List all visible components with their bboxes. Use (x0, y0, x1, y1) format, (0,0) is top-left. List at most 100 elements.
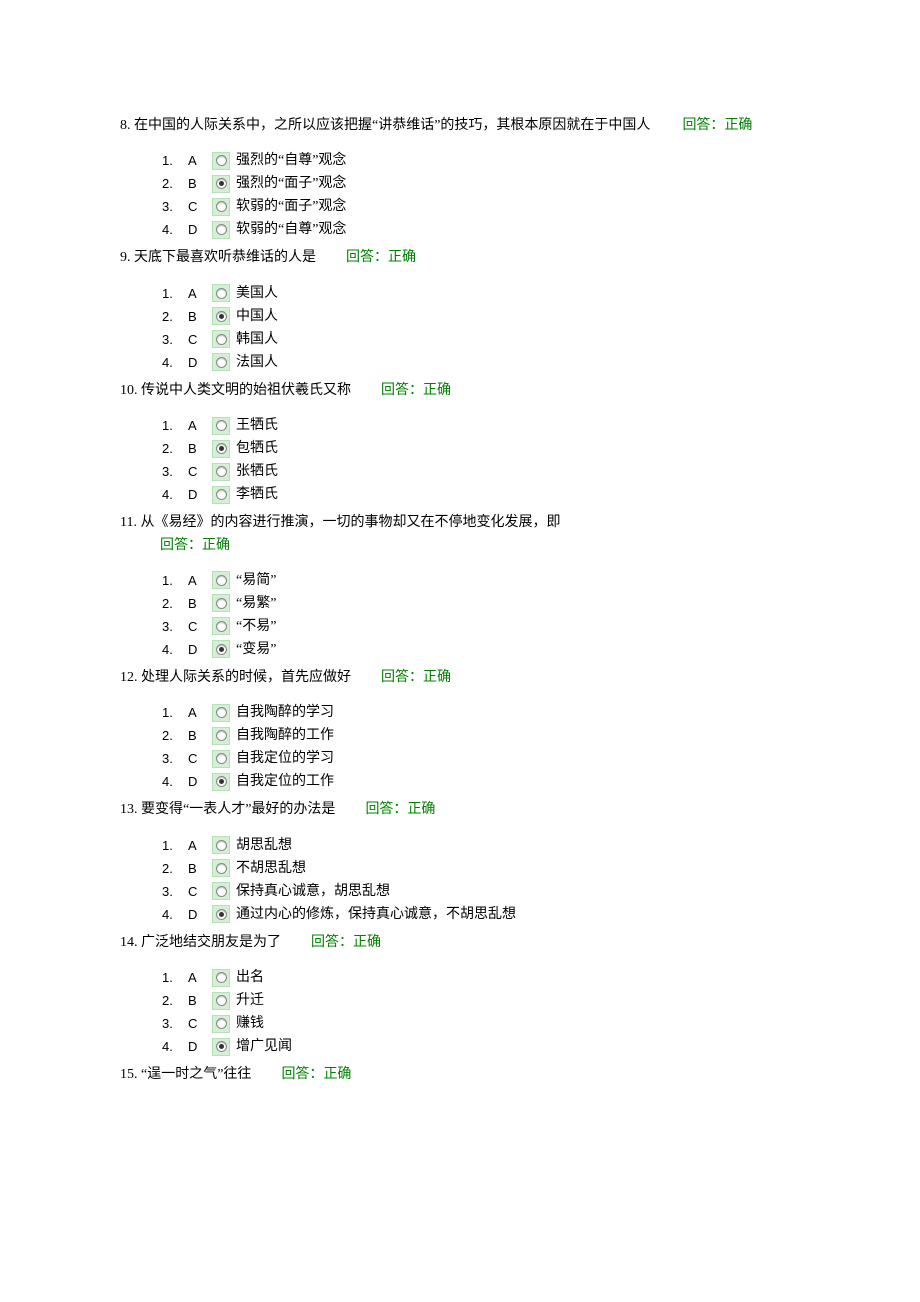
option-letter: C (188, 1012, 212, 1035)
option-text: 李牺氏 (236, 483, 278, 506)
option-text: 包牺氏 (236, 437, 278, 460)
radio-button[interactable] (212, 727, 230, 745)
option-letter: A (188, 966, 212, 989)
option-text: 保持真心诚意，胡思乱想 (236, 880, 390, 903)
radio-button[interactable] (212, 307, 230, 325)
option-item: 3.C 韩国人 (162, 328, 800, 351)
radio-button[interactable] (212, 175, 230, 193)
option-letter: B (188, 172, 212, 195)
radio-button[interactable] (212, 905, 230, 923)
radio-button[interactable] (212, 704, 230, 722)
option-number: 3. (162, 747, 188, 770)
radio-button[interactable] (212, 417, 230, 435)
option-number: 1. (162, 282, 188, 305)
options-list: 1.A出名2.B升迁3.C赚钱4.D增广见闻 (120, 966, 800, 1058)
radio-button[interactable] (212, 640, 230, 658)
radio-button[interactable] (212, 1015, 230, 1033)
option-item: 3.C张牺氏 (162, 460, 800, 483)
options-list: 1.A美国人2.B中国人3.C韩国人4.D法国人 (120, 282, 800, 374)
answer-label: 回答：正确 (281, 1067, 351, 1082)
option-number: 2. (162, 592, 188, 615)
option-item: 3.C赚钱 (162, 1012, 800, 1035)
option-letter: C (188, 615, 212, 638)
radio-button[interactable] (212, 969, 230, 987)
option-text: 自我定位的学习 (236, 747, 334, 770)
question-line: 8. 在中国的人际关系中，之所以应该把握“讲恭维话”的技巧，其根本原因就在于中国… (120, 115, 800, 137)
question-block: 9. 天底下最喜欢听恭维话的人是回答：正确1.A美国人2.B中国人3.C韩国人4… (120, 247, 800, 373)
radio-button[interactable] (212, 594, 230, 612)
question-line: 9. 天底下最喜欢听恭维话的人是 回答：正确 (120, 247, 800, 269)
option-text: 出名 (236, 966, 264, 989)
option-number: 3. (162, 1012, 188, 1035)
question-text: 9. 天底下最喜欢听恭维话的人是 (120, 250, 316, 265)
option-letter: C (188, 880, 212, 903)
radio-button[interactable] (212, 617, 230, 635)
radio-button[interactable] (212, 882, 230, 900)
answer-label: 回答：正确 (346, 250, 416, 265)
radio-button[interactable] (212, 571, 230, 589)
option-letter: B (188, 989, 212, 1012)
option-number: 2. (162, 172, 188, 195)
question-text: 13. 要变得“一表人才”最好的办法是 (120, 802, 335, 817)
option-letter: A (188, 701, 212, 724)
radio-button[interactable] (212, 1038, 230, 1056)
option-letter: A (188, 414, 212, 437)
radio-button[interactable] (212, 152, 230, 170)
option-number: 3. (162, 328, 188, 351)
question-block: 14. 广泛地结交朋友是为了回答：正确1.A出名2.B升迁3.C赚钱4.D增广见… (120, 932, 800, 1058)
option-item: 1.A 出名 (162, 966, 800, 989)
option-letter: D (188, 638, 212, 661)
option-item: 4.D法国人 (162, 351, 800, 374)
option-number: 4. (162, 351, 188, 374)
question-line: 14. 广泛地结交朋友是为了回答：正确 (120, 932, 800, 954)
option-item: 4.D增广见闻 (162, 1035, 800, 1058)
answer-label: 回答：正确 (381, 670, 451, 685)
radio-button[interactable] (212, 859, 230, 877)
radio-button[interactable] (212, 750, 230, 768)
option-letter: C (188, 328, 212, 351)
option-number: 1. (162, 414, 188, 437)
option-text: 韩国人 (236, 328, 278, 351)
radio-button[interactable] (212, 353, 230, 371)
option-text: 法国人 (236, 351, 278, 374)
option-number: 4. (162, 483, 188, 506)
option-number: 1. (162, 701, 188, 724)
option-letter: A (188, 834, 212, 857)
option-item: 2.B升迁 (162, 989, 800, 1012)
radio-button[interactable] (212, 773, 230, 791)
option-letter: B (188, 592, 212, 615)
option-letter: D (188, 483, 212, 506)
option-letter: C (188, 460, 212, 483)
option-item: 2.B包牺氏 (162, 437, 800, 460)
radio-button[interactable] (212, 836, 230, 854)
option-item: 1.A 自我陶醉的学习 (162, 701, 800, 724)
option-text: 通过内心的修炼，保持真心诚意，不胡思乱想 (236, 903, 516, 926)
option-number: 4. (162, 218, 188, 241)
option-text: 强烈的“自尊”观念 (236, 149, 346, 172)
option-text: “不易” (236, 615, 276, 638)
radio-button[interactable] (212, 330, 230, 348)
radio-button[interactable] (212, 221, 230, 239)
radio-button[interactable] (212, 198, 230, 216)
option-letter: B (188, 857, 212, 880)
radio-button[interactable] (212, 440, 230, 458)
option-item: 1.A胡思乱想 (162, 834, 800, 857)
option-item: 3.C“不易” (162, 615, 800, 638)
radio-button[interactable] (212, 992, 230, 1010)
option-text: 自我陶醉的学习 (236, 701, 334, 724)
option-letter: A (188, 569, 212, 592)
question-text: 8. 在中国的人际关系中，之所以应该把握“讲恭维话”的技巧，其根本原因就在于中国… (120, 118, 650, 133)
radio-button[interactable] (212, 463, 230, 481)
option-item: 3.C保持真心诚意，胡思乱想 (162, 880, 800, 903)
option-item: 1.A强烈的“自尊”观念 (162, 149, 800, 172)
radio-button[interactable] (212, 486, 230, 504)
option-number: 2. (162, 857, 188, 880)
option-number: 4. (162, 770, 188, 793)
option-number: 2. (162, 724, 188, 747)
option-text: 升迁 (236, 989, 264, 1012)
option-number: 4. (162, 1035, 188, 1058)
radio-button[interactable] (212, 284, 230, 302)
option-number: 1. (162, 966, 188, 989)
option-letter: D (188, 770, 212, 793)
answer-label: 回答：正确 (682, 118, 752, 133)
